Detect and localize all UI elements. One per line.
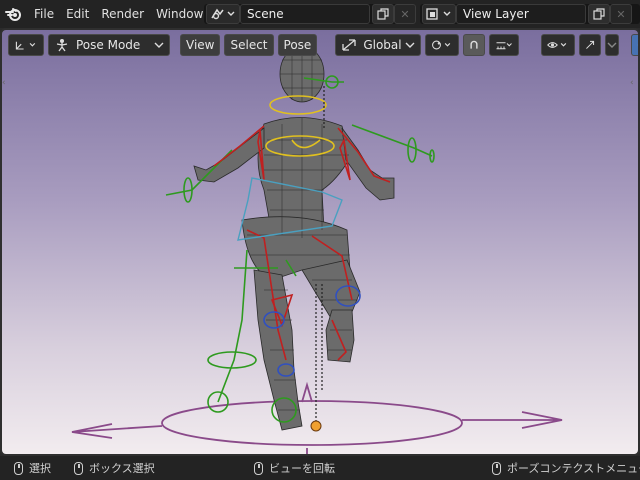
snap-target-dropdown[interactable] [489,34,520,56]
pose-menu[interactable]: Pose [277,34,318,56]
menu-edit[interactable]: Edit [60,0,95,28]
mouse-right-icon [492,461,501,475]
3d-viewport-icon [15,41,36,50]
close-icon: ✕ [400,7,410,21]
status-rotate-label: ビューを回転 [269,462,335,475]
chevron-down-icon [154,42,164,48]
pose-mode-icon [56,39,68,52]
transform-orientation-dropdown[interactable]: Global [335,34,422,56]
chevron-down-icon [405,42,415,48]
view-menu[interactable]: View [180,34,221,56]
gizmo-icon [586,40,595,49]
blender-logo-icon[interactable] [0,0,28,28]
mouse-drag-icon [74,461,83,475]
root-control[interactable] [71,381,563,454]
menu-window[interactable]: Window [150,0,209,28]
status-rotate-view: ビューを回転 [254,460,335,476]
pivot-icon [432,40,451,50]
object-origin-dot [310,420,322,432]
scene-icon [211,8,235,20]
eye-icon [547,42,567,48]
toolbar-expand-icon[interactable]: ‹ [2,78,8,90]
viewport-canvas[interactable] [2,30,638,454]
orientation-label: Global [363,38,402,52]
scene-name-field[interactable]: Scene [240,4,370,24]
status-context-menu: ポーズコンテクストメニュー [492,460,640,476]
global-orientation-icon [342,39,356,51]
mouse-left-icon [14,461,23,475]
menu-render[interactable]: Render [95,0,150,28]
copy-icon [377,8,389,20]
overlays-toggle[interactable] [631,34,638,56]
magnet-icon [470,40,478,49]
status-box-select-label: ボックス選択 [89,462,155,475]
new-scene-button[interactable] [372,4,394,24]
mouse-middle-icon [254,461,263,475]
snap-toggle[interactable] [463,34,486,56]
gizmo-dropdown[interactable] [605,34,620,56]
scene-type-dropdown[interactable] [206,4,240,24]
render-layers-icon [426,8,451,20]
delete-scene-button[interactable]: ✕ [394,4,416,24]
viewport-header: Pose Mode View Select Pose Global [8,34,638,56]
status-context-label: ポーズコンテクストメニュー [507,462,640,475]
mode-dropdown[interactable]: Pose Mode [48,34,170,56]
snap-increment-icon [496,42,513,50]
delete-view-layer-button[interactable]: ✕ [610,4,632,24]
mode-label: Pose Mode [76,38,141,52]
visibility-dropdown[interactable] [541,34,576,56]
editor-type-dropdown[interactable] [8,34,44,56]
copy-icon [593,8,605,20]
status-box-select: ボックス選択 [74,460,155,476]
3d-viewport[interactable]: Pose Mode View Select Pose Global ‹ ‹ [0,28,640,456]
chevron-down-icon [607,42,617,48]
status-select: 選択 [14,460,51,476]
select-menu[interactable]: Select [224,34,274,56]
pivot-point-dropdown[interactable] [425,34,460,56]
status-bar: 選択 ボックス選択 ビューを回転 ポーズコンテクストメニュー [0,456,640,480]
new-view-layer-button[interactable] [588,4,610,24]
gizmo-toggle[interactable] [579,34,602,56]
sidebar-expand-icon[interactable]: ‹ [630,78,636,90]
menu-file[interactable]: File [28,0,60,28]
view-layer-name-field[interactable]: View Layer [456,4,586,24]
close-icon: ✕ [616,7,626,21]
view-layer-type-dropdown[interactable] [422,4,456,24]
status-select-label: 選択 [29,462,51,475]
